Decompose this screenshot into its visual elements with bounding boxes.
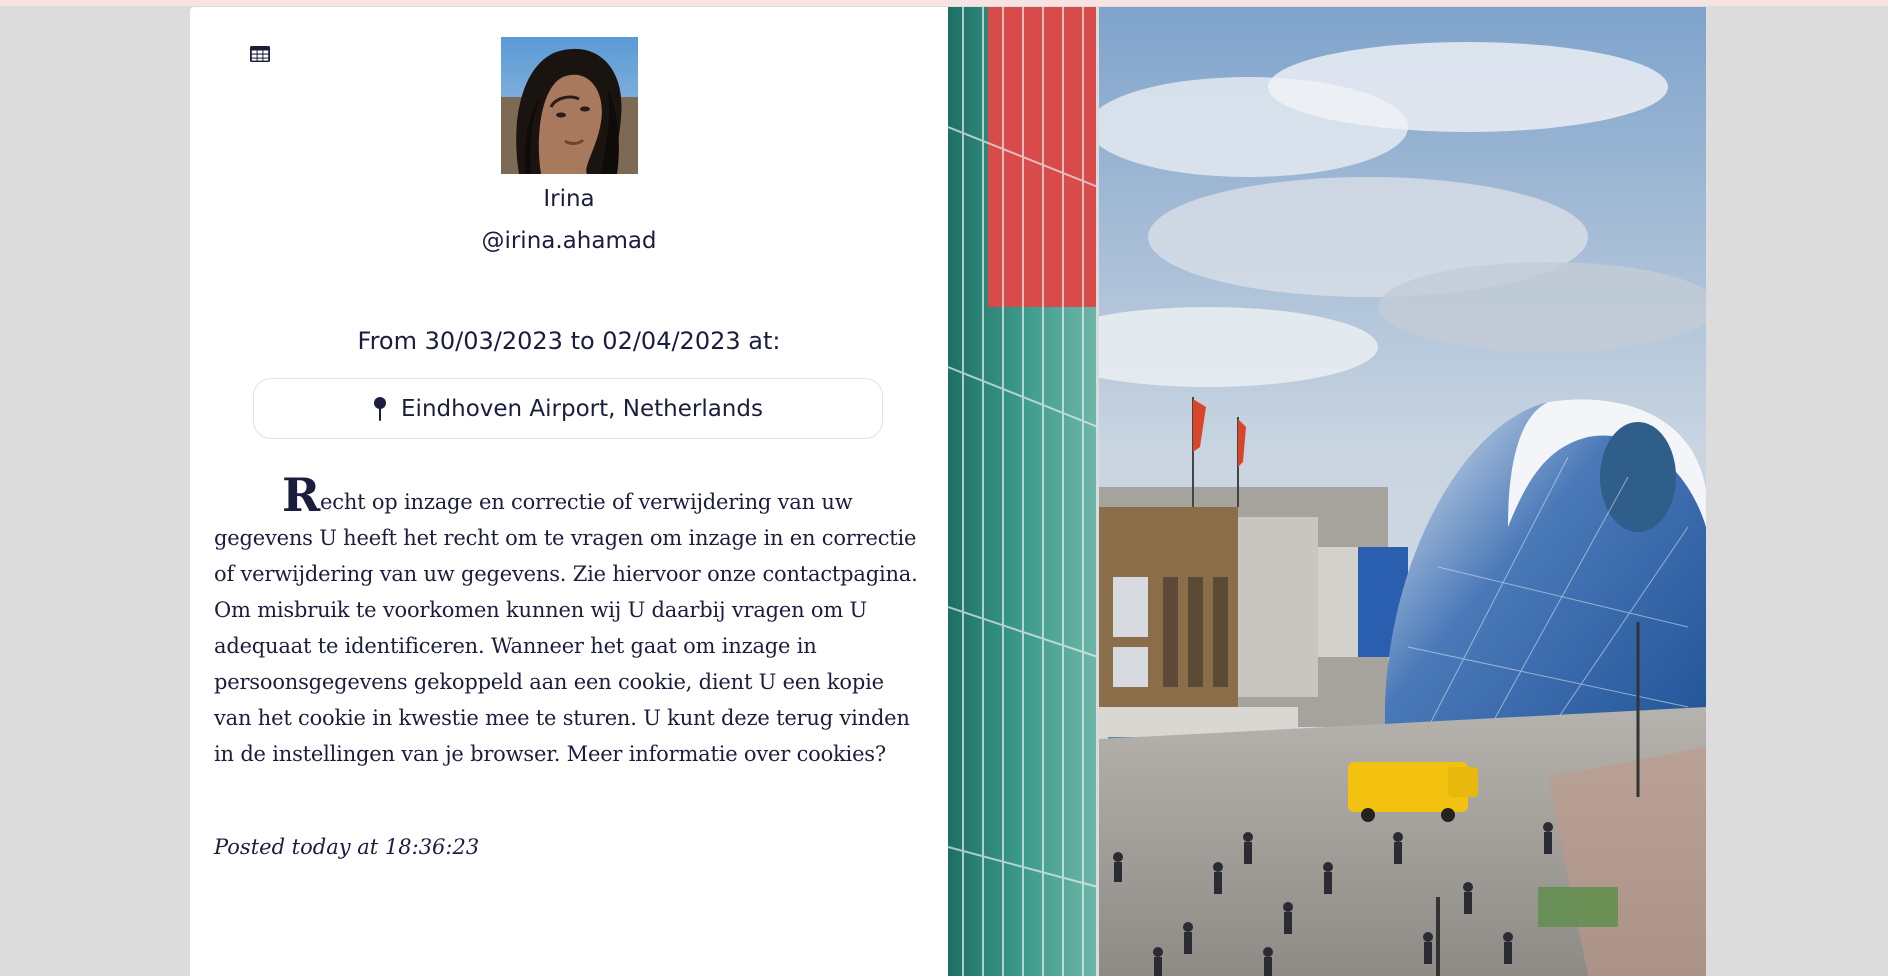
post-description: Recht op inzage en correctie of verwijde… — [214, 472, 924, 772]
post-body: echt op inzage en correctie of verwijder… — [214, 490, 918, 766]
drop-cap: R — [282, 468, 321, 522]
post-card: Irina @irina.ahamad From 30/03/2023 to 0… — [190, 7, 1706, 976]
posted-timestamp: Posted today at 18:36:23 — [214, 835, 480, 859]
top-strip — [0, 0, 1888, 6]
trip-date-range: From 30/03/2023 to 02/04/2023 at: — [357, 327, 781, 355]
location-pill[interactable]: Eindhoven Airport, Netherlands — [253, 378, 883, 439]
location-label: Eindhoven Airport, Netherlands — [401, 395, 763, 422]
user-profile: Irina @irina.ahamad — [190, 37, 948, 256]
user-handle[interactable]: @irina.ahamad — [190, 226, 948, 256]
post-details-panel: Irina @irina.ahamad From 30/03/2023 to 0… — [190, 7, 948, 976]
user-name: Irina — [543, 186, 595, 212]
avatar[interactable] — [500, 37, 638, 174]
map-pin-icon — [374, 396, 387, 421]
location-photo — [948, 7, 1706, 976]
